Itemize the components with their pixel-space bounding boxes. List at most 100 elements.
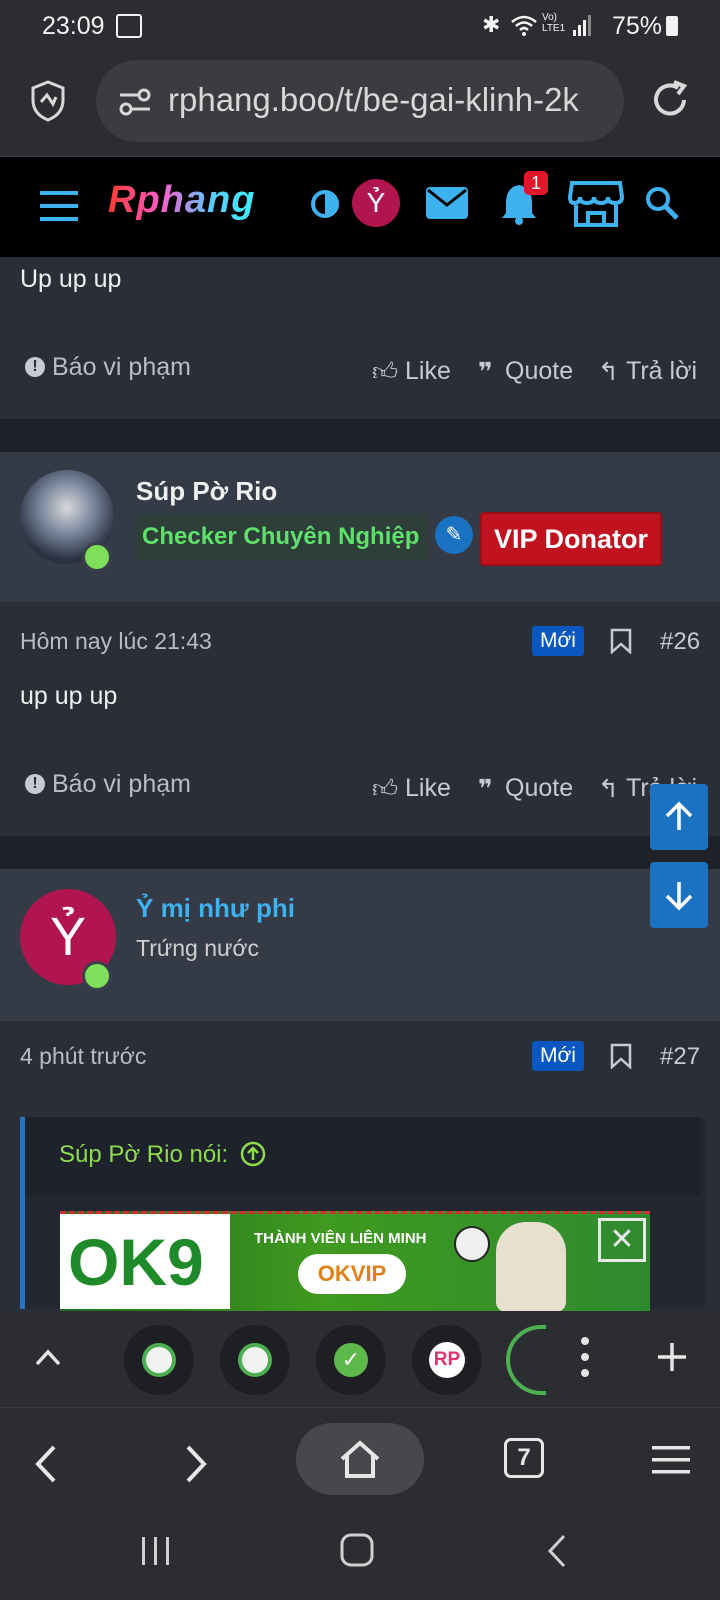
quote-button[interactable]: Quote — [505, 357, 573, 386]
tab-thumbnail-2[interactable] — [220, 1325, 290, 1395]
url-text[interactable]: rphang.boo/t/be-gai-klinh-2k — [168, 81, 579, 119]
shield-icon[interactable] — [30, 80, 66, 122]
menu-icon[interactable] — [40, 191, 78, 221]
post-26-user-band: Súp Pờ Rio Checker Chuyên Nghiệp ✎ VIP D… — [0, 452, 720, 602]
report-icon: ! — [25, 774, 45, 794]
arrow-up-icon — [665, 801, 693, 830]
new-tab-icon[interactable] — [656, 1341, 688, 1373]
new-badge: Mới — [532, 626, 584, 656]
browser-tab-strip: ✓ RP — [0, 1311, 720, 1407]
bookmark-icon[interactable] — [610, 1043, 632, 1069]
search-icon[interactable] — [644, 185, 680, 221]
back-icon[interactable] — [34, 1444, 58, 1484]
post-time[interactable]: Hôm nay lúc 21:43 — [20, 628, 212, 655]
post-number[interactable]: #26 — [660, 628, 700, 656]
system-nav-bar — [0, 1507, 720, 1600]
username[interactable]: Ỷ mị như phi — [136, 893, 295, 924]
reply-icon: ↰ — [598, 775, 619, 803]
quote-icon: ❞ — [478, 775, 493, 803]
store-icon[interactable] — [568, 179, 624, 229]
report-link[interactable]: Báo vi phạm — [52, 770, 191, 799]
new-badge: Mới — [532, 1041, 584, 1071]
browser-nav-bar: 7 — [0, 1407, 720, 1508]
site-header: Rphang Ỷ 1 — [0, 157, 720, 257]
battery-percent: 75% — [611, 12, 662, 40]
reload-icon[interactable] — [650, 80, 690, 120]
tab-favicon-1 — [142, 1343, 176, 1377]
status-bar: 23:09 ✱ Vo) LTE1 75% — [0, 0, 720, 52]
site-logo[interactable]: Rphang — [108, 179, 255, 222]
post-separator — [0, 836, 720, 869]
like-icon[interactable]: 👍︎ — [372, 357, 398, 387]
quote-author[interactable]: Súp Pờ Rio nói: — [59, 1141, 228, 1169]
post-body: Up up up — [20, 265, 122, 293]
verified-checker-icon: ✎ — [435, 516, 473, 554]
rp-favicon-label: RP — [433, 1349, 461, 1370]
gallery-icon — [116, 14, 142, 38]
recent-apps-icon[interactable] — [140, 1535, 172, 1567]
reply-button[interactable]: Trả lời — [626, 357, 697, 386]
post-separator — [0, 419, 720, 452]
ad-ball-icon — [454, 1226, 490, 1262]
jump-up-icon[interactable] — [239, 1140, 267, 1168]
ad-mascot-icon — [496, 1222, 566, 1312]
theme-toggle-icon[interactable] — [310, 189, 340, 219]
report-link[interactable]: Báo vi phạm — [52, 353, 191, 382]
tab-favicon-2 — [238, 1343, 272, 1377]
hamburger-menu-icon[interactable] — [652, 1446, 690, 1474]
vip-badge: VIP Donator — [480, 512, 662, 566]
post-card-previous: Up up up ! Báo vi phạm 👍︎ Like ❞ Quote ↰… — [0, 257, 720, 419]
rp-favicon: RP — [429, 1342, 465, 1378]
report-icon: ! — [25, 357, 45, 377]
system-back-icon[interactable] — [546, 1533, 568, 1569]
like-button[interactable]: Like — [405, 357, 451, 386]
reply-icon: ↰ — [598, 358, 619, 386]
signal-icon — [573, 15, 591, 36]
like-icon[interactable]: 👍︎ — [372, 774, 398, 804]
browser-toolbar: rphang.boo/t/be-gai-klinh-2k — [0, 52, 720, 158]
like-button[interactable]: Like — [405, 774, 451, 803]
system-home-icon[interactable] — [340, 1533, 374, 1567]
post-body: up up up — [20, 682, 118, 710]
chevron-up-icon[interactable] — [34, 1347, 62, 1367]
status-time: 23:09 — [42, 12, 105, 40]
post-27-user-band: Ỷ Ỷ mị như phi Trứng nước — [0, 869, 720, 1021]
online-status-icon — [82, 961, 112, 991]
site-settings-icon[interactable] — [118, 88, 152, 116]
post-time[interactable]: 4 phút trước — [20, 1043, 146, 1070]
tabs-count-button[interactable]: 7 — [504, 1438, 544, 1478]
more-options-icon[interactable] — [578, 1335, 592, 1379]
notification-badge: 1 — [524, 171, 548, 195]
home-icon — [340, 1440, 380, 1478]
mail-icon[interactable] — [426, 187, 468, 219]
quote-icon: ❞ — [478, 358, 493, 386]
quote-button[interactable]: Quote — [505, 774, 573, 803]
tab-thumbnail-1[interactable] — [124, 1325, 194, 1395]
wifi-icon — [511, 15, 537, 36]
ad-close-button[interactable]: ✕ — [598, 1218, 646, 1262]
quote-block: Súp Pờ Rio nói: OK9 THÀNH VIÊN LIÊN MINH… — [20, 1117, 705, 1312]
forward-icon[interactable] — [184, 1444, 208, 1484]
network-label: Vo) LTE1 — [542, 12, 566, 34]
user-rank-badge: Checker Chuyên Nghiệp — [136, 514, 428, 560]
home-button[interactable] — [296, 1423, 424, 1495]
post-number[interactable]: #27 — [660, 1043, 700, 1071]
post-card-26: Hôm nay lúc 21:43 Mới #26 up up up ! Báo… — [0, 602, 720, 836]
username[interactable]: Súp Pờ Rio — [136, 476, 277, 507]
account-avatar[interactable]: Ỷ — [352, 179, 400, 227]
url-bar[interactable]: rphang.boo/t/be-gai-klinh-2k — [96, 60, 624, 142]
tabs-count: 7 — [517, 1444, 531, 1471]
tab-thumbnail-5-active[interactable] — [506, 1325, 546, 1395]
ad-banner[interactable]: OK9 THÀNH VIÊN LIÊN MINH OKVIP ✕ — [60, 1211, 650, 1312]
online-status-icon — [82, 542, 112, 572]
ad-tagline: THÀNH VIÊN LIÊN MINH — [254, 1230, 427, 1247]
tab-thumbnail-4[interactable]: RP — [412, 1325, 482, 1395]
bookmark-icon[interactable] — [610, 628, 632, 654]
battery-icon — [666, 16, 678, 36]
tab-thumbnail-3[interactable]: ✓ — [316, 1325, 386, 1395]
scroll-bottom-button[interactable] — [650, 862, 708, 928]
quote-header[interactable]: Súp Pờ Rio nói: — [25, 1117, 700, 1195]
ad-brand: OK9 — [68, 1225, 204, 1299]
arrow-down-icon — [665, 882, 693, 911]
scroll-top-button[interactable] — [650, 784, 708, 850]
